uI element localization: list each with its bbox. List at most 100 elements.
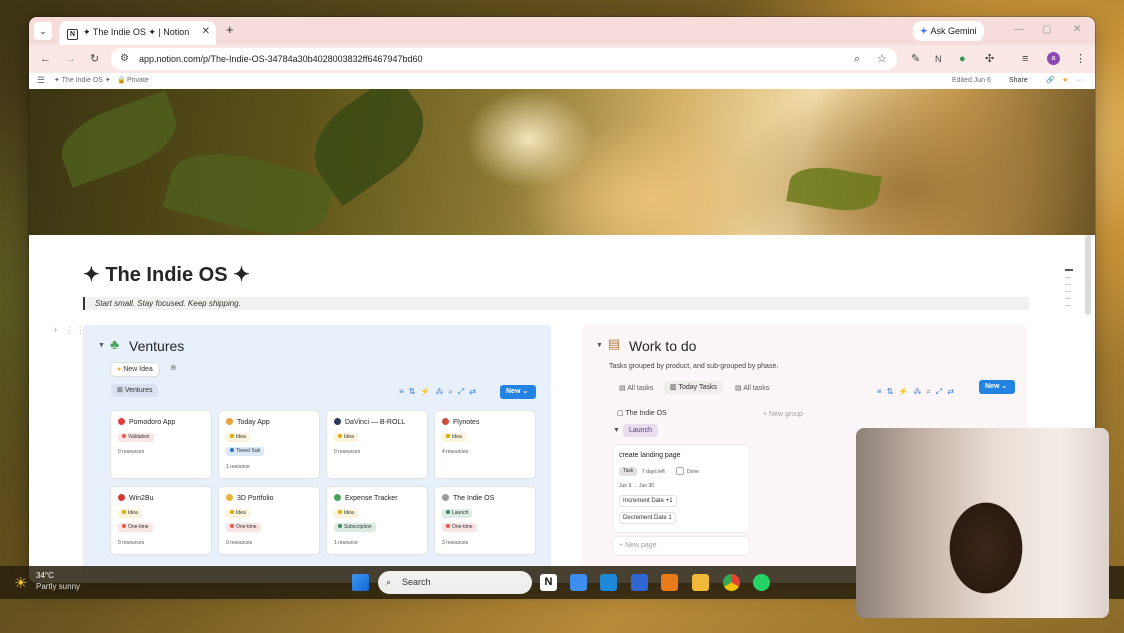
file-explorer-icon[interactable] [692,574,709,591]
ask-gemini-button[interactable]: ✦ Ask Gemini [913,21,984,41]
ventures-heading[interactable]: Ventures [129,338,184,354]
favorite-star-icon[interactable]: ★ [1062,76,1068,86]
task-type-tag: Task [619,467,638,476]
address-bar[interactable]: ⚙ app.notion.com/p/The-Indie-OS-34784a30b… [111,48,897,70]
venture-tag: Validation [118,433,154,442]
tag-dot-icon [122,524,126,528]
notion-extension-icon[interactable]: N [935,52,942,66]
new-idea-button[interactable]: ● New Idea [111,363,159,376]
tag-label: Validation [128,434,150,440]
tab-list-button[interactable]: ⌄ [34,22,52,40]
bookmark-star-icon[interactable]: ☆ [877,52,887,66]
notion-app-icon[interactable]: N [540,574,557,591]
weather-desc[interactable]: Partly sunny [36,582,80,591]
link-icon[interactable]: 🔗 [1046,76,1055,86]
page-title[interactable]: ✦ The Indie OS ✦ [83,262,250,287]
done-checkbox[interactable] [676,467,684,475]
share-button[interactable]: Share [1009,76,1028,86]
venture-card[interactable]: 3D Portfolio Idea One-time 0 resources [219,487,319,554]
block-drag-handle-icon[interactable]: + ⋮⋮ [53,325,87,336]
toggle-caret-icon[interactable]: ▼ [596,342,603,349]
sidebar-menu-icon[interactable]: ☰ [37,75,45,85]
venture-card[interactable]: Win2Bu Idea One-time 0 resources [111,487,211,554]
increment-date-button[interactable]: Increment Date +1 [619,495,677,507]
tab-all-tasks[interactable]: ▤ All tasks [619,384,653,392]
quote-block[interactable]: Start small. Stay focused. Keep shipping… [83,297,1029,310]
view-label: All tasks [627,385,654,392]
extension-circle-icon[interactable]: ● [959,52,966,66]
venture-card[interactable]: Today App Idea Tiered Sub 1 resource [219,411,319,478]
tag-label: Idea [452,434,462,440]
new-task-button[interactable]: New ⌄ [979,380,1015,394]
venture-name: Flynotes [442,418,479,426]
table-of-contents[interactable] [1065,269,1073,312]
active-tab[interactable]: N ✦ The Indie OS ✦ | Notion ✕ [59,21,216,45]
browser-menu-icon[interactable]: ⋮ [1075,52,1086,66]
close-tab-icon[interactable]: ✕ [202,21,210,43]
app-icon[interactable] [631,574,648,591]
notepad-app-icon[interactable] [570,574,587,591]
tag-label: One-time [128,524,149,530]
start-windows-icon[interactable] [352,574,369,591]
venture-name: Today App [226,418,270,426]
venture-name-text: The Indie OS [453,495,495,502]
venture-icon [442,494,449,501]
task-card[interactable]: create landing page Task 7 days left Don… [613,445,749,532]
privacy-label[interactable]: Private [127,76,149,86]
minimize-icon[interactable]: — [1014,24,1024,35]
toggle-caret-icon[interactable]: ▼ [98,342,105,349]
back-icon[interactable]: ← [40,52,51,66]
search-label: Search [402,577,431,587]
venture-card[interactable]: Flynotes Idea 4 resources [435,411,535,478]
sublime-app-icon[interactable] [661,574,678,591]
work-heading[interactable]: Work to do [629,338,696,354]
page-scrollbar[interactable] [1085,235,1091,315]
reload-icon[interactable]: ↻ [90,52,99,66]
tab-today-tasks[interactable]: ▥ Today Tasks [664,381,723,394]
cover-leaf [162,139,336,235]
pen-extension-icon[interactable]: ✎ [911,52,920,66]
chrome-app-icon[interactable] [723,574,740,591]
vscode-app-icon[interactable] [600,574,617,591]
database-toolbar-icons[interactable]: ≡⇅⚡⁂⌕⤢⇄ [877,387,959,397]
venture-name: DaVinci — B-ROLL [334,418,405,426]
site-info-icon[interactable]: ⚙ [120,48,129,70]
tab-all-tasks-2[interactable]: ▤ All tasks [735,384,769,392]
resource-count: 4 resources [442,449,469,455]
venture-tag: One-time [118,523,153,532]
venture-card[interactable]: Pomodoro App Validation 0 resources [111,411,211,478]
whatsapp-app-icon[interactable] [753,574,770,591]
tag-dot-icon [230,434,234,438]
venture-card[interactable]: The Indie OS Launch One-time 3 resources [435,487,535,554]
decrement-date-button[interactable]: Decrement Date 1 [619,512,676,524]
new-page-button[interactable]: + New page [613,537,749,555]
venture-name-text: DaVinci — B-ROLL [345,419,406,426]
maximize-icon[interactable]: ▢ [1042,24,1051,35]
venture-card[interactable]: DaVinci — B-ROLL Idea 0 resources [327,411,427,478]
add-icon[interactable]: ⊕ [170,363,177,372]
venture-card[interactable]: Expense Tracker Idea Subscription 1 resourc… [327,487,427,554]
breadcrumb[interactable]: ✦ The Indie OS ✦ [54,76,111,86]
phase-badge[interactable]: Launch [623,424,658,437]
new-group-button[interactable]: + New group [763,411,803,418]
close-window-icon[interactable]: ✕ [1073,24,1081,35]
extensions-puzzle-icon[interactable]: ✣ [985,52,994,66]
view-tab-ventures[interactable]: ⊞ Ventures [111,384,159,397]
phase-caret-icon[interactable]: ▼ [613,427,620,434]
new-venture-button[interactable]: New ⌄ [500,385,536,399]
group-header[interactable]: ▢ The Indie OS [617,409,667,417]
tag-label: Tiered Sub [236,448,261,454]
tag-dot-icon [122,434,126,438]
zoom-icon[interactable]: ⌕ [854,52,860,66]
forward-icon[interactable]: → [65,52,76,66]
new-tab-button[interactable]: + [226,22,234,37]
more-options-icon[interactable]: ··· [1076,76,1083,86]
reading-list-icon[interactable]: ≡ [1022,52,1028,66]
resource-count: 0 resources [118,449,145,455]
weather-temp[interactable]: 34°C [36,571,54,580]
venture-name-text: Today App [237,419,270,426]
taskbar-search[interactable]: ⌕ Search [378,571,532,594]
venture-tag: Idea [226,509,250,518]
profile-avatar-icon[interactable]: a [1047,52,1060,65]
database-toolbar-icons[interactable]: ≡⇅⚡⁂⌕⤢⇄ [399,387,481,397]
